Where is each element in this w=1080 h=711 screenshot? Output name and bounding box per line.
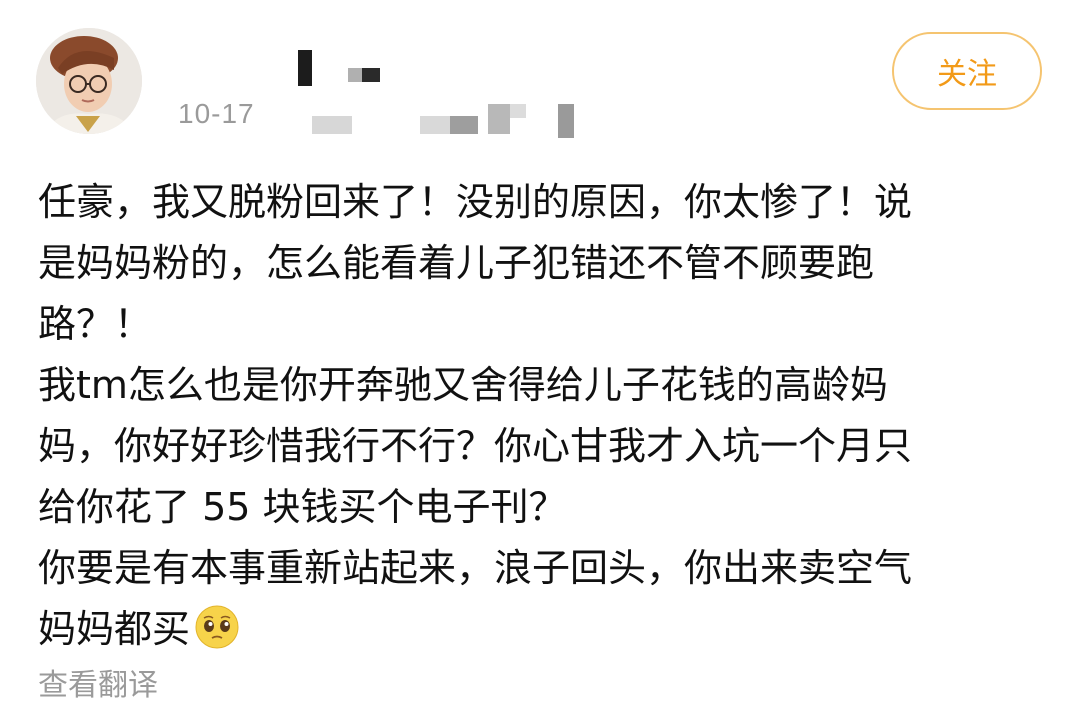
post-content: 任豪，我又脱粉回来了！没别的原因，你太惨了！说 是妈妈粉的，怎么能看着儿子犯错还…: [38, 172, 1038, 660]
username-redacted: [296, 48, 416, 92]
user-avatar[interactable]: [36, 28, 142, 134]
avatar-image: [36, 28, 142, 134]
content-line: 给你花了 55 块钱买个电子刊？: [38, 485, 567, 529]
content-line: 我tm怎么也是你开奔驰又舍得给儿子花钱的高龄妈: [38, 363, 888, 407]
post-time: 10-17: [178, 98, 255, 129]
content-line: 妈，你好好珍惜我行不行？你心甘我才入坑一个月只: [38, 424, 913, 468]
content-line: 路？！: [38, 302, 153, 346]
content-line-last: 妈妈都买: [38, 599, 1038, 660]
weibo-post: 10-17 关注 任豪，我又脱粉回来了！没别的原因，你太惨了！说 是妈妈粉的，怎…: [0, 0, 1080, 711]
content-line: 你要是有本事重新站起来，浪子回头，你出来卖空气: [38, 546, 913, 590]
pleading-face-icon: [194, 604, 240, 650]
content-line: 任豪，我又脱粉回来了！没别的原因，你太惨了！说: [38, 180, 913, 224]
content-line: 妈妈都买: [38, 607, 191, 651]
content-line: 是妈妈粉的，怎么能看着儿子犯错还不管不顾要跑: [38, 241, 875, 285]
follow-button[interactable]: 关注: [892, 32, 1042, 110]
view-translation-link[interactable]: 查看翻译: [38, 660, 158, 704]
source-redacted: [312, 98, 592, 142]
